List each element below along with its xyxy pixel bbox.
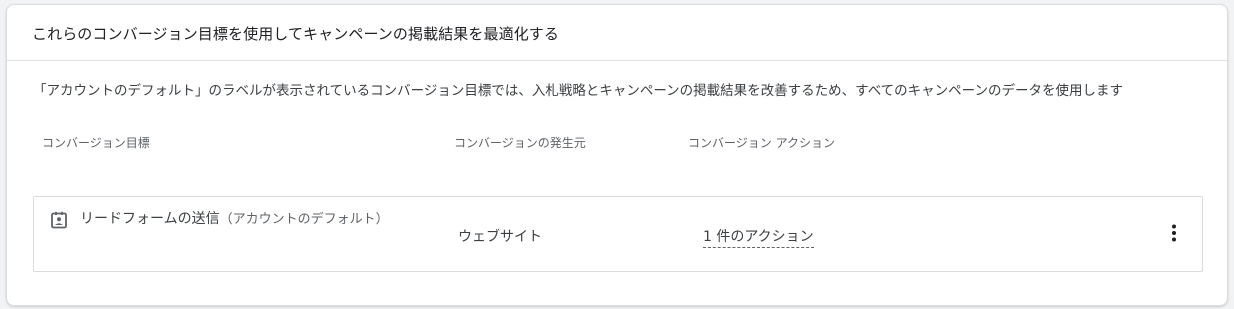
account-default-label: （アカウントのデフォルト） [219, 212, 389, 227]
conversion-source: ウェブサイト [458, 229, 542, 245]
card-description: 「アカウントのデフォルト」のラベルが表示されているコンバージョン目標では、入札戦… [33, 83, 1123, 99]
card-title: これらのコンバージョン目標を使用してキャンペーンの掲載結果を最適化する [7, 5, 1227, 61]
lead-form-icon [51, 211, 67, 229]
column-header-goal: コンバージョン目標 [42, 136, 150, 150]
conversion-actions-link[interactable]: 1 件のアクション [703, 226, 814, 248]
table-row: リードフォームの送信（アカウントのデフォルト） ウェブサイト 1 件のアクション [33, 196, 1203, 272]
goal-name-text: リードフォームの送信 [80, 211, 220, 227]
more-vert-icon[interactable] [1162, 221, 1186, 245]
card-body: 「アカウントのデフォルト」のラベルが表示されているコンバージョン目標では、入札戦… [7, 80, 1227, 154]
column-header-source: コンバージョンの発生元 [454, 136, 586, 150]
conversion-goals-card: これらのコンバージョン目標を使用してキャンペーンの掲載結果を最適化する 「アカウ… [6, 4, 1228, 306]
table-header-row: コンバージョン目標 コンバージョンの発生元 コンバージョン アクション [33, 134, 1201, 154]
goal-name: リードフォームの送信（アカウントのデフォルト） [80, 209, 420, 230]
column-header-action: コンバージョン アクション [688, 136, 835, 150]
